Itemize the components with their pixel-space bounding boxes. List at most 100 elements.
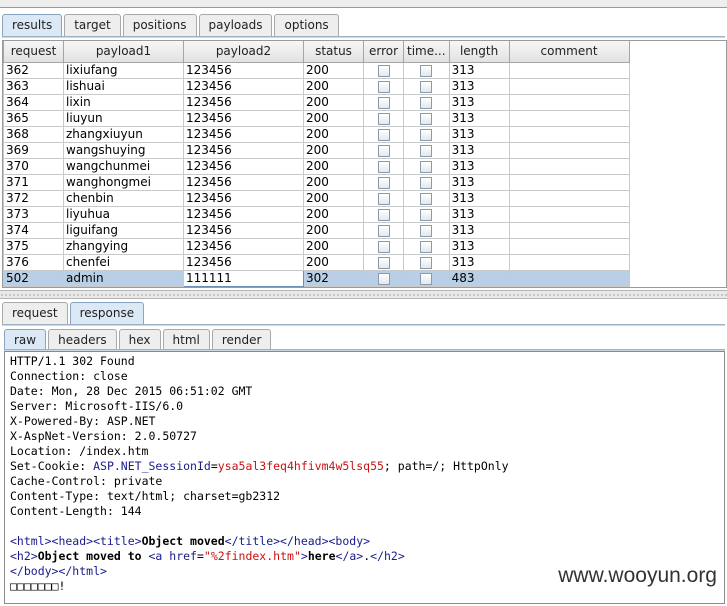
error-checkbox[interactable]: [377, 224, 390, 237]
title-text: Object moved: [141, 534, 225, 548]
cell-comment: [508, 125, 630, 143]
timeout-checkbox[interactable]: [420, 176, 433, 189]
cell-status: 200: [303, 221, 364, 239]
error-checkbox[interactable]: [377, 144, 390, 157]
timeout-checkbox[interactable]: [420, 224, 433, 237]
column-header-payload2[interactable]: payload2: [183, 41, 304, 63]
table-row[interactable]: 374 liguifang 123456 200 313: [3, 221, 630, 239]
column-header-request[interactable]: request: [3, 41, 64, 63]
request-response-tabs: request response: [2, 300, 146, 324]
error-checkbox[interactable]: [377, 160, 390, 173]
cell-status: 200: [303, 125, 364, 143]
header-name: Content-Type: [10, 489, 94, 503]
error-checkbox[interactable]: [377, 208, 390, 221]
tab-hex[interactable]: hex: [118, 329, 161, 351]
tab-html[interactable]: html: [162, 329, 210, 351]
error-checkbox[interactable]: [377, 272, 390, 285]
tab-positions[interactable]: positions: [122, 14, 197, 36]
tab-payloads[interactable]: payloads: [198, 14, 273, 36]
column-header-error[interactable]: error: [363, 41, 404, 63]
results-table-container[interactable]: request payload1 payload2 status error time..…: [2, 40, 727, 288]
tab-request[interactable]: request: [2, 302, 68, 324]
h2-text: Object moved to: [37, 549, 149, 563]
column-header-comment[interactable]: comment: [508, 41, 630, 63]
tab-response[interactable]: response: [69, 302, 145, 324]
timeout-checkbox[interactable]: [420, 80, 433, 93]
timeout-checkbox[interactable]: [420, 192, 433, 205]
cell-error: [363, 269, 404, 287]
tab-results[interactable]: results: [2, 14, 63, 36]
cell-comment: [508, 253, 630, 271]
timeout-checkbox[interactable]: [420, 256, 433, 269]
splitter-grip[interactable]: [0, 294, 727, 296]
cell-request: 364: [3, 93, 64, 111]
column-header-status[interactable]: status: [303, 41, 364, 63]
cell-payload1: lishuai: [63, 77, 184, 95]
error-checkbox[interactable]: [377, 176, 390, 189]
table-row[interactable]: 363 lishuai 123456 200 313: [3, 77, 630, 95]
tab-raw[interactable]: raw: [4, 329, 47, 351]
cell-comment: [508, 205, 630, 223]
table-row[interactable]: 371 wanghongmei 123456 200 313: [3, 173, 630, 191]
table-row[interactable]: 372 chenbin 123456 200 313: [3, 189, 630, 207]
cell-error: [363, 125, 404, 143]
watermark: www.wooyun.org: [558, 564, 717, 587]
header-line: Connection: close: [10, 369, 128, 383]
error-checkbox[interactable]: [377, 80, 390, 93]
table-row[interactable]: 370 wangchunmei 123456 200 313: [3, 157, 630, 175]
error-checkbox[interactable]: [377, 192, 390, 205]
timeout-checkbox[interactable]: [420, 64, 433, 77]
timeout-checkbox[interactable]: [420, 240, 433, 253]
tab-render[interactable]: render: [211, 329, 272, 351]
cell-timeout: [403, 77, 450, 95]
timeout-checkbox[interactable]: [420, 272, 433, 285]
table-row[interactable]: 365 liuyun 123456 200 313: [3, 109, 630, 127]
tab-target[interactable]: target: [64, 14, 121, 36]
table-row[interactable]: 369 wangshuying 123456 200 313: [3, 141, 630, 159]
cell-comment: [508, 189, 630, 207]
tab-headers[interactable]: headers: [48, 329, 117, 351]
timeout-checkbox[interactable]: [420, 112, 433, 125]
table-row[interactable]: 373 liyuhua 123456 200 313: [3, 205, 630, 223]
cell-length: 313: [448, 125, 510, 143]
table-row[interactable]: 375 zhangying 123456 200 313: [3, 237, 630, 255]
cell-length: 313: [448, 141, 510, 159]
cell-error: [363, 205, 404, 223]
cell-payload2: 123456: [183, 109, 304, 127]
column-header-timeout[interactable]: time...: [403, 41, 450, 63]
table-row[interactable]: 362 lixiufang 123456 200 313: [3, 61, 630, 79]
timeout-checkbox[interactable]: [420, 128, 433, 141]
error-checkbox[interactable]: [377, 64, 390, 77]
timeout-checkbox[interactable]: [420, 160, 433, 173]
cell-payload1: wanghongmei: [63, 173, 184, 191]
cell-length: 483: [448, 269, 510, 287]
cell-request: 372: [3, 189, 64, 207]
column-header-payload1[interactable]: payload1: [63, 41, 184, 63]
body-line-1: <html><head><title>Object moved</title><…: [10, 534, 371, 548]
error-checkbox[interactable]: [377, 112, 390, 125]
cell-timeout: [403, 61, 450, 79]
error-checkbox[interactable]: [377, 240, 390, 253]
error-checkbox[interactable]: [377, 256, 390, 269]
cell-payload2: 123456: [183, 125, 304, 143]
cell-length: 313: [448, 109, 510, 127]
cell-error: [363, 93, 404, 111]
timeout-checkbox[interactable]: [420, 144, 433, 157]
cell-comment: [508, 157, 630, 175]
table-row[interactable]: 376 chenfei 123456 200 313: [3, 253, 630, 271]
table-header-row: request payload1 payload2 status error time..…: [3, 41, 630, 63]
pane-splitter[interactable]: [0, 290, 727, 299]
header-line: Cache-Control: private: [10, 474, 163, 488]
tab-options[interactable]: options: [274, 14, 339, 36]
table-row[interactable]: 368 zhangxiuyun 123456 200 313: [3, 125, 630, 143]
error-checkbox[interactable]: [377, 96, 390, 109]
status-line: HTTP/1.1 302 Found: [10, 354, 135, 368]
timeout-checkbox[interactable]: [420, 96, 433, 109]
cell-payload2: 111111: [183, 269, 304, 287]
column-header-length[interactable]: length: [448, 41, 510, 63]
timeout-checkbox[interactable]: [420, 208, 433, 221]
error-checkbox[interactable]: [377, 128, 390, 141]
header-name: Content-Length: [10, 504, 107, 518]
table-row[interactable]: 502 admin 111111 302 483: [3, 269, 630, 287]
table-row[interactable]: 364 lixin 123456 200 313: [3, 93, 630, 111]
